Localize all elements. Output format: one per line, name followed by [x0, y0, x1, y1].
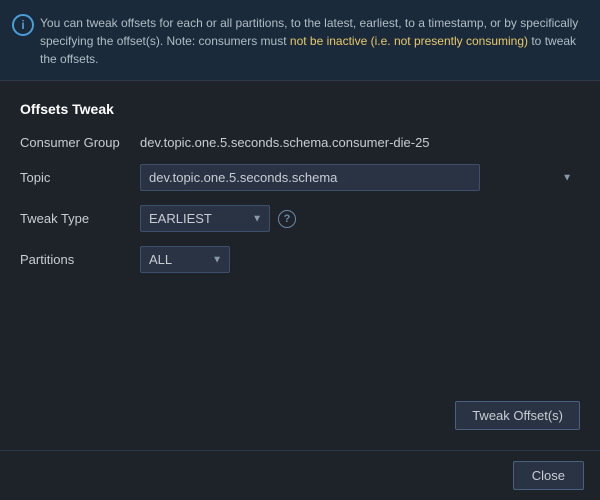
footer: Close — [0, 450, 600, 500]
info-icon: i — [12, 14, 34, 36]
info-banner: i You can tweak offsets for each or all … — [0, 0, 600, 81]
tweak-type-select-wrapper: EARLIEST LATEST TIMESTAMP SPECIFIC ▼ — [140, 205, 270, 232]
partitions-select[interactable]: ALL — [140, 246, 230, 273]
topic-select-arrow-icon: ▼ — [562, 172, 572, 183]
tweak-type-row: EARLIEST LATEST TIMESTAMP SPECIFIC ▼ ? — [140, 205, 580, 232]
partitions-label: Partitions — [20, 252, 140, 267]
tweak-offsets-button[interactable]: Tweak Offset(s) — [455, 401, 580, 430]
consumer-group-label: Consumer Group — [20, 135, 140, 150]
close-button[interactable]: Close — [513, 461, 584, 490]
content-area: Offsets Tweak Consumer Group dev.topic.o… — [0, 81, 600, 450]
section-title: Offsets Tweak — [20, 101, 580, 117]
consumer-group-value: dev.topic.one.5.seconds.schema.consumer-… — [140, 135, 580, 150]
tweak-button-row: Tweak Offset(s) — [20, 401, 580, 430]
partitions-select-wrapper: ALL ▼ — [140, 246, 230, 273]
tweak-type-select[interactable]: EARLIEST LATEST TIMESTAMP SPECIFIC — [140, 205, 270, 232]
info-text: You can tweak offsets for each or all pa… — [40, 12, 586, 68]
dialog: i You can tweak offsets for each or all … — [0, 0, 600, 500]
topic-label: Topic — [20, 170, 140, 185]
form-grid: Consumer Group dev.topic.one.5.seconds.s… — [20, 135, 580, 273]
topic-select-wrapper: dev.topic.one.5.seconds.schema ▼ — [140, 164, 580, 191]
tweak-type-label: Tweak Type — [20, 211, 140, 226]
highlight-text: not be inactive (i.e. not presently cons… — [290, 34, 528, 48]
help-icon[interactable]: ? — [278, 210, 296, 228]
partitions-row: ALL ▼ — [140, 246, 580, 273]
topic-select[interactable]: dev.topic.one.5.seconds.schema — [140, 164, 480, 191]
